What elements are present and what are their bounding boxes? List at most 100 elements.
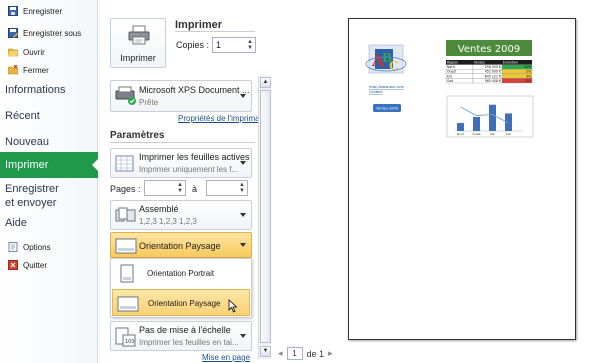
preview-chart: Nord Ouest Est Sud xyxy=(446,95,534,138)
chevron-down-icon xyxy=(240,213,246,217)
preview-contact: Contact xyxy=(369,90,383,94)
nav-close-label: Fermer xyxy=(23,65,49,75)
print-button-label: Imprimer xyxy=(120,53,156,63)
print-title-divider xyxy=(175,31,255,32)
print-what-line1: Imprimer les feuilles actives xyxy=(139,152,250,162)
svg-text:100: 100 xyxy=(125,339,135,345)
sheet-title: Ventes 2009 xyxy=(458,44,520,55)
chevron-down-icon xyxy=(240,334,246,338)
table-cell-text: 565 458 € xyxy=(485,79,501,83)
orientation-landscape-item[interactable]: Orientation Paysage xyxy=(112,289,250,316)
mouse-cursor-icon xyxy=(228,299,238,315)
nav-exit-label: Quitter xyxy=(23,260,48,270)
printer-dropdown[interactable]: Microsoft XPS Document ... Prête xyxy=(110,80,252,112)
nav-close-button[interactable]: Fermer xyxy=(7,63,49,77)
nav-open-button[interactable]: Ouvrir xyxy=(7,45,45,59)
scroll-down-icon[interactable]: ▼ xyxy=(260,346,271,357)
pages-label: Pages : xyxy=(110,184,141,194)
chevron-down-icon xyxy=(240,161,246,165)
tab-informations[interactable]: Informations xyxy=(0,84,98,96)
nav-open-label: Ouvrir xyxy=(23,47,45,57)
scaling-line2: Imprimer les feuilles en tai... xyxy=(139,338,239,347)
prev-page-icon[interactable]: ◂ xyxy=(278,348,283,359)
nav-save-label: Enregistrer xyxy=(23,6,63,16)
nav-save-button[interactable]: Enregistrer xyxy=(8,4,62,18)
orientation-dropdown[interactable]: Orientation Paysage xyxy=(110,232,252,258)
spinner-arrows-icon[interactable]: ▲ ▼ xyxy=(176,182,184,194)
table-cell-text: 2% xyxy=(526,70,531,74)
table-cell-text: 3% xyxy=(526,74,531,78)
exit-icon xyxy=(8,260,18,270)
backstage-nav: Enregistrer Enregistrer sous Ouvrir Ferm… xyxy=(0,0,99,363)
print-button[interactable]: Imprimer xyxy=(110,18,166,68)
table-cell-text: Nord xyxy=(447,65,455,69)
nav-options-button[interactable]: Options xyxy=(8,240,51,254)
spinner-arrows-icon[interactable]: ▲ ▼ xyxy=(246,39,254,51)
orientation-landscape-label: Orientation Paysage xyxy=(148,299,221,308)
close-folder-icon xyxy=(7,64,19,75)
table-header-text: Ventes xyxy=(474,61,485,65)
preview-link: http://www.abc.com xyxy=(369,85,405,89)
table-cell-text: Ouest xyxy=(447,70,457,74)
collate-dropdown[interactable]: Assemblé 1,2,3 1,2,3 1,2,3 xyxy=(110,200,252,230)
chart-category-label: Nord xyxy=(457,132,464,136)
preview-sheet: A B C http://www.abc.com Contact Ventes … xyxy=(365,40,534,138)
settings-divider xyxy=(110,142,255,143)
scaling-dropdown[interactable]: 100 Pas de mise à l'échelle Imprimer les… xyxy=(110,321,252,351)
tab-nouveau[interactable]: Nouveau xyxy=(0,136,98,148)
current-page-input[interactable]: 1 xyxy=(286,347,303,360)
save-icon xyxy=(8,6,18,16)
collate-icon xyxy=(115,207,137,227)
options-icon xyxy=(8,242,18,252)
collate-line2: 1,2,3 1,2,3 1,2,3 xyxy=(139,217,197,226)
page-setup-link[interactable]: Mise en page xyxy=(202,353,250,362)
orientation-selected: Orientation Paysage xyxy=(139,241,221,251)
settings-scrollbar[interactable]: ▲ ▼ xyxy=(258,76,271,359)
chart-bar xyxy=(489,104,496,131)
table-cell-text: -5% xyxy=(525,79,531,83)
scroll-thumb[interactable] xyxy=(260,90,271,343)
printer-status: Prête xyxy=(139,98,159,107)
copies-value: 1 xyxy=(216,40,222,50)
tab-aide[interactable]: Aide xyxy=(0,217,98,229)
print-what-dropdown[interactable]: Imprimer les feuilles actives Imprimer u… xyxy=(110,148,252,178)
orientation-portrait-item[interactable]: Orientation Portrait xyxy=(112,260,250,287)
scaling-line1: Pas de mise à l'échelle xyxy=(139,325,231,335)
pages-to-input[interactable]: ▲ ▼ xyxy=(206,180,248,196)
spinner-arrows-icon[interactable]: ▲ ▼ xyxy=(238,182,246,194)
print-what-line2: Imprimer uniquement les f... xyxy=(139,165,239,174)
abc-logo: A B C xyxy=(365,44,407,74)
table-cell-text: 256 000 € xyxy=(485,65,501,69)
no-scaling-icon: 100 xyxy=(115,327,137,349)
landscape-icon xyxy=(117,296,139,314)
orientation-portrait-label: Orientation Portrait xyxy=(147,269,215,278)
table-cell-text: 845 121 € xyxy=(485,74,501,78)
copies-stepper[interactable]: 1 ▲ ▼ xyxy=(212,37,256,53)
chevron-down-icon xyxy=(240,243,246,247)
nav-save-as-button[interactable]: Enregistrer sous xyxy=(8,26,81,40)
copies-label: Copies : xyxy=(176,40,210,50)
tab-imprimer[interactable]: Imprimer xyxy=(0,152,99,178)
open-folder-icon xyxy=(7,47,19,57)
printer-icon xyxy=(128,25,150,47)
printer-properties-link[interactable]: Propriétés de l'imprimante xyxy=(178,114,271,123)
save-as-icon xyxy=(8,28,18,38)
orientation-menu: Orientation Portrait Orientation Paysage xyxy=(110,258,252,318)
chart-bar xyxy=(457,123,464,131)
portrait-icon xyxy=(120,264,134,285)
chevron-down-icon xyxy=(240,94,246,98)
landscape-icon xyxy=(115,238,137,256)
nav-exit-button[interactable]: Quitter xyxy=(8,258,47,272)
table-cell-text: 10% xyxy=(524,65,531,69)
print-title: Imprimer xyxy=(175,19,223,31)
tab-enregistrer-envoyer[interactable]: Enregistrer et envoyer xyxy=(0,182,98,210)
printer-name: Microsoft XPS Document ... xyxy=(139,85,250,95)
next-page-icon[interactable]: ▸ xyxy=(328,348,333,359)
pages-from-input[interactable]: ▲ ▼ xyxy=(144,180,186,196)
preview-table: Région Ventes Evolution Nord 256 000 € 10% Oue… xyxy=(445,60,533,84)
tab-recent[interactable]: Récent xyxy=(0,110,98,122)
printer-ready-icon xyxy=(115,86,137,108)
tab-enregistrer-line2: et envoyer xyxy=(5,197,57,209)
page-navigator: ◂ 1 de 1 ▸ xyxy=(278,347,333,360)
scroll-up-icon[interactable]: ▲ xyxy=(260,77,271,88)
